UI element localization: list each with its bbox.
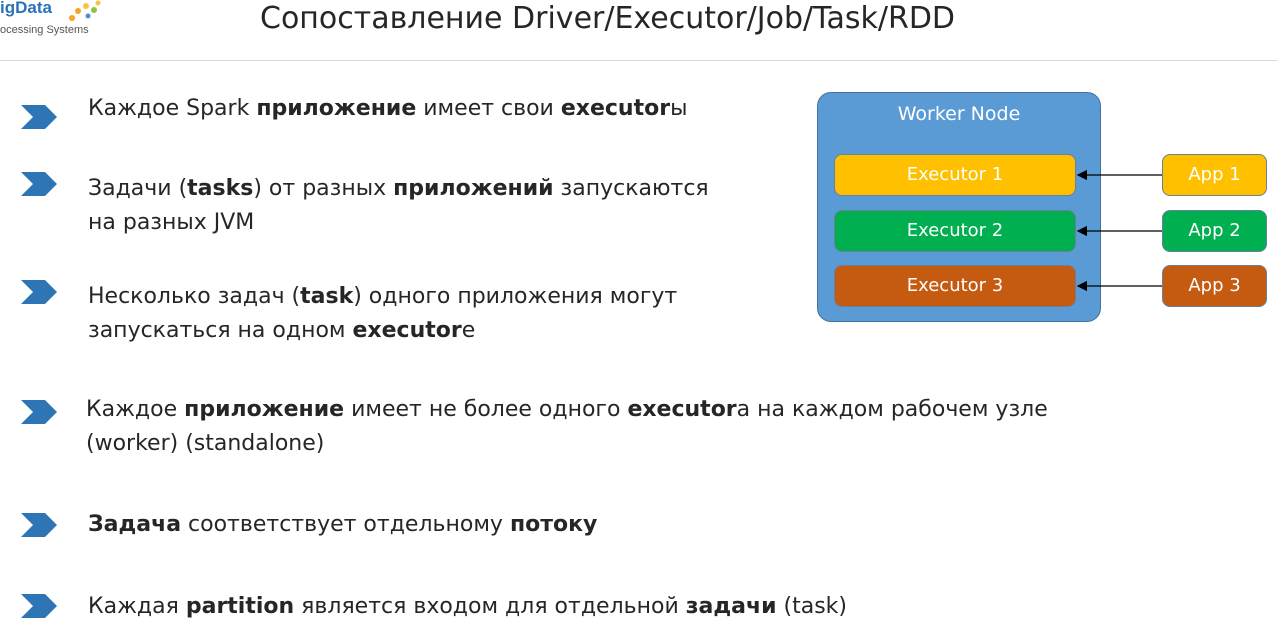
- executor-2-box: Executor 2: [834, 210, 1076, 252]
- bullet-bold-text: executor: [560, 96, 671, 121]
- bullet-text: ы: [670, 96, 688, 121]
- bullet-bold-text: task: [300, 284, 354, 309]
- chevron-right-icon: [21, 280, 57, 304]
- logo-dots-icon: [69, 0, 101, 21]
- bigdata-logo: igData ocessing Systems: [0, 0, 140, 46]
- bullet-bold-text: приложение: [256, 96, 417, 121]
- bullet-text: (worker) (standalone): [86, 431, 325, 456]
- slide-header: igData ocessing Systems Сопоставление Dr…: [0, 0, 1278, 61]
- bullet-text: имеет свои: [416, 96, 561, 121]
- chevron-right-icon: [21, 400, 57, 424]
- executor-3-box: Executor 3: [834, 265, 1076, 307]
- app-2-box: App 2: [1162, 210, 1267, 252]
- bullet-text: Каждое: [86, 397, 185, 422]
- bullet-text: запускаться на одном: [88, 318, 353, 343]
- bullet-bold-text: partition: [185, 594, 295, 619]
- bullet-bold-text: tasks: [187, 176, 254, 201]
- app-3-box: App 3: [1162, 265, 1267, 307]
- chevron-right-icon: [21, 172, 57, 196]
- bullet-partition-task: Каждая partition является входом для отд…: [88, 590, 847, 624]
- bullet-text: является входом для отдельной: [294, 594, 686, 619]
- logo-text: igData: [0, 0, 52, 17]
- bullet-text: имеет не более одного: [344, 397, 628, 422]
- chevron-right-icon: [21, 105, 57, 129]
- bullet-one-executor-per-worker: Каждое приложение имеет не более одного …: [86, 393, 1048, 461]
- bullet-text: ) от разных: [253, 176, 394, 201]
- bullet-bold-text: executor: [352, 318, 462, 343]
- bullet-text: запускаются: [553, 176, 709, 201]
- bullet-text: Каждое Spark: [88, 96, 257, 121]
- bullet-bold-text: задачи: [685, 594, 777, 619]
- bullet-bold-text: executor: [627, 397, 737, 422]
- worker-node-label: Worker Node: [897, 103, 1021, 125]
- bullet-text: Каждая: [88, 594, 186, 619]
- bullet-text: (task): [776, 594, 847, 619]
- bullet-text: Задачи (: [88, 176, 188, 201]
- bullet-text: Несколько задач (: [88, 284, 301, 309]
- bullet-apps-have-executors: Каждое Spark приложение имеет свои execu…: [88, 92, 687, 126]
- logo-subtitle: ocessing Systems: [0, 24, 89, 36]
- bullet-bold-text: приложение: [184, 397, 345, 422]
- bullet-tasks-different-jvm: Задачи (tasks) от разных приложений запу…: [88, 172, 709, 240]
- chevron-right-icon: [21, 513, 57, 537]
- bullet-text: на разных JVM: [88, 210, 255, 235]
- chevron-right-icon: [21, 594, 57, 618]
- page-title: Сопоставление Driver/Executor/Job/Task/R…: [260, 1, 956, 36]
- executor-1-box: Executor 1: [834, 154, 1076, 196]
- bullet-bold-text: Задача: [88, 512, 182, 537]
- bullet-tasks-same-executor: Несколько задач (task) одного приложения…: [88, 280, 677, 348]
- app-1-box: App 1: [1162, 154, 1267, 196]
- bullet-text: ) одного приложения могут: [353, 284, 678, 309]
- bullet-text: соответствует отдельному: [181, 512, 510, 537]
- bullet-bold-text: потоку: [509, 512, 598, 537]
- bullet-text: а на каждом рабочем узле: [736, 397, 1048, 422]
- bullet-text: е: [461, 318, 476, 343]
- bullet-bold-text: приложений: [393, 176, 554, 201]
- bullet-task-thread: Задача соответствует отдельному потоку: [88, 508, 597, 542]
